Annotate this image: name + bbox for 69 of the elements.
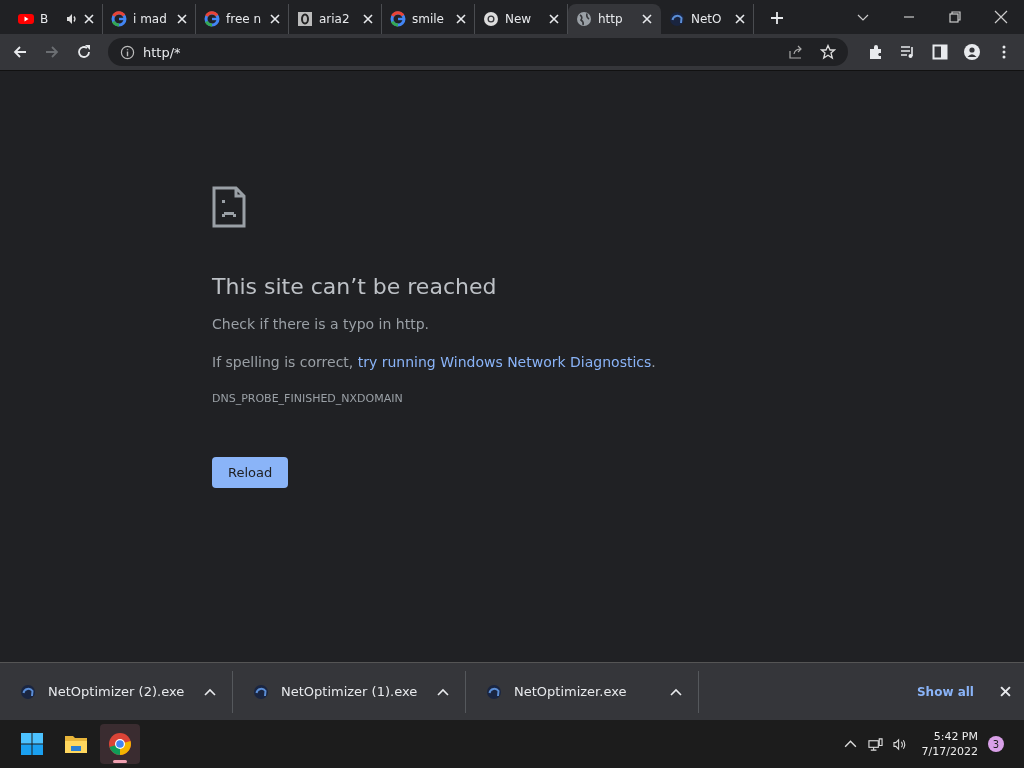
windows-logo-icon — [20, 732, 44, 756]
puzzle-icon[interactable] — [868, 44, 884, 60]
error-heading: This site can’t be reached — [212, 274, 497, 299]
chrome-logo-icon — [483, 11, 499, 27]
speaker-icon[interactable] — [66, 13, 78, 25]
address-bar[interactable]: http/* — [108, 38, 848, 66]
file-name: NetOptimizer (2).exe — [48, 684, 186, 699]
error-advice: If spelling is correct, try running Windows Network Diagnostics. — [212, 354, 656, 370]
info-icon[interactable] — [120, 44, 135, 60]
error-code: DNS_PROBE_FINISHED_NXDOMAIN — [212, 392, 403, 405]
g-logo-icon — [111, 11, 127, 27]
close-tab-icon[interactable] — [363, 14, 373, 24]
sad-page-icon — [212, 186, 246, 228]
restore-icon[interactable] — [948, 10, 962, 24]
close-tab-icon[interactable] — [456, 14, 466, 24]
tab-title: free n — [226, 12, 263, 26]
download-item[interactable]: NetOptimizer (1).exe — [233, 670, 466, 713]
close-tab-icon[interactable] — [549, 14, 559, 24]
close-tab-icon[interactable] — [177, 14, 187, 24]
caret-icon[interactable] — [670, 687, 682, 696]
tab-title: NetO — [691, 12, 723, 26]
tab-title: smile — [412, 12, 445, 26]
clock-time: 5:42 PM — [933, 729, 978, 744]
tab-title: aria2 — [319, 12, 351, 26]
video-play-icon — [18, 11, 34, 27]
swirl-logo-icon — [669, 11, 685, 27]
swirl-logo-icon — [253, 683, 269, 700]
taskbar-app[interactable] — [100, 724, 140, 764]
swirl-logo-icon — [20, 683, 36, 700]
globe-icon — [576, 11, 592, 27]
chrome-logo-icon — [108, 732, 132, 756]
close-icon[interactable] — [994, 10, 1008, 24]
browser-tab[interactable]: http — [568, 4, 661, 34]
speaker-icon[interactable] — [892, 736, 908, 752]
media-queue-icon[interactable] — [900, 44, 916, 60]
close-icon[interactable] — [1000, 686, 1011, 697]
close-tab-icon[interactable] — [642, 14, 652, 24]
diagnostics-link[interactable]: try running Windows Network Diagnostics — [357, 354, 652, 370]
close-tab-icon[interactable] — [735, 14, 745, 24]
download-item[interactable]: NetOptimizer (2).exe — [0, 670, 233, 713]
tab-title: New — [505, 12, 533, 26]
show-all-link[interactable]: Show all — [916, 684, 974, 699]
back-icon[interactable] — [12, 44, 28, 60]
network-icon[interactable] — [867, 736, 883, 752]
reload-icon[interactable] — [76, 44, 92, 60]
profile-icon[interactable] — [964, 44, 980, 60]
notification-badge[interactable]: 3 — [988, 736, 1004, 752]
clock-date: 7/17/2022 — [921, 744, 978, 759]
g-logo-icon — [204, 11, 220, 27]
side-panel-icon[interactable] — [932, 44, 948, 60]
g-logo-icon — [390, 11, 406, 27]
file-name: NetOptimizer (1).exe — [281, 684, 419, 699]
url-text: http/* — [143, 44, 181, 60]
close-tab-icon[interactable] — [270, 14, 280, 24]
download-item[interactable]: NetOptimizer.exe — [466, 670, 699, 713]
tab-title: i mad — [133, 12, 168, 26]
tab-title: B — [40, 12, 50, 26]
error-hint: Check if there is a typo in http. — [212, 316, 429, 332]
star-icon[interactable] — [820, 44, 836, 60]
tab-title: http — [598, 12, 624, 26]
caret-icon[interactable] — [437, 687, 449, 696]
file-name: NetOptimizer.exe — [514, 684, 628, 699]
caret-icon[interactable] — [204, 687, 216, 696]
close-tab-icon[interactable] — [84, 14, 94, 24]
share-icon[interactable] — [788, 44, 804, 60]
new-tab-icon[interactable] — [770, 11, 784, 25]
reload-button[interactable]: Reload — [212, 457, 289, 488]
swirl-logo-icon — [486, 683, 502, 700]
boxed-zero-icon — [297, 11, 313, 27]
